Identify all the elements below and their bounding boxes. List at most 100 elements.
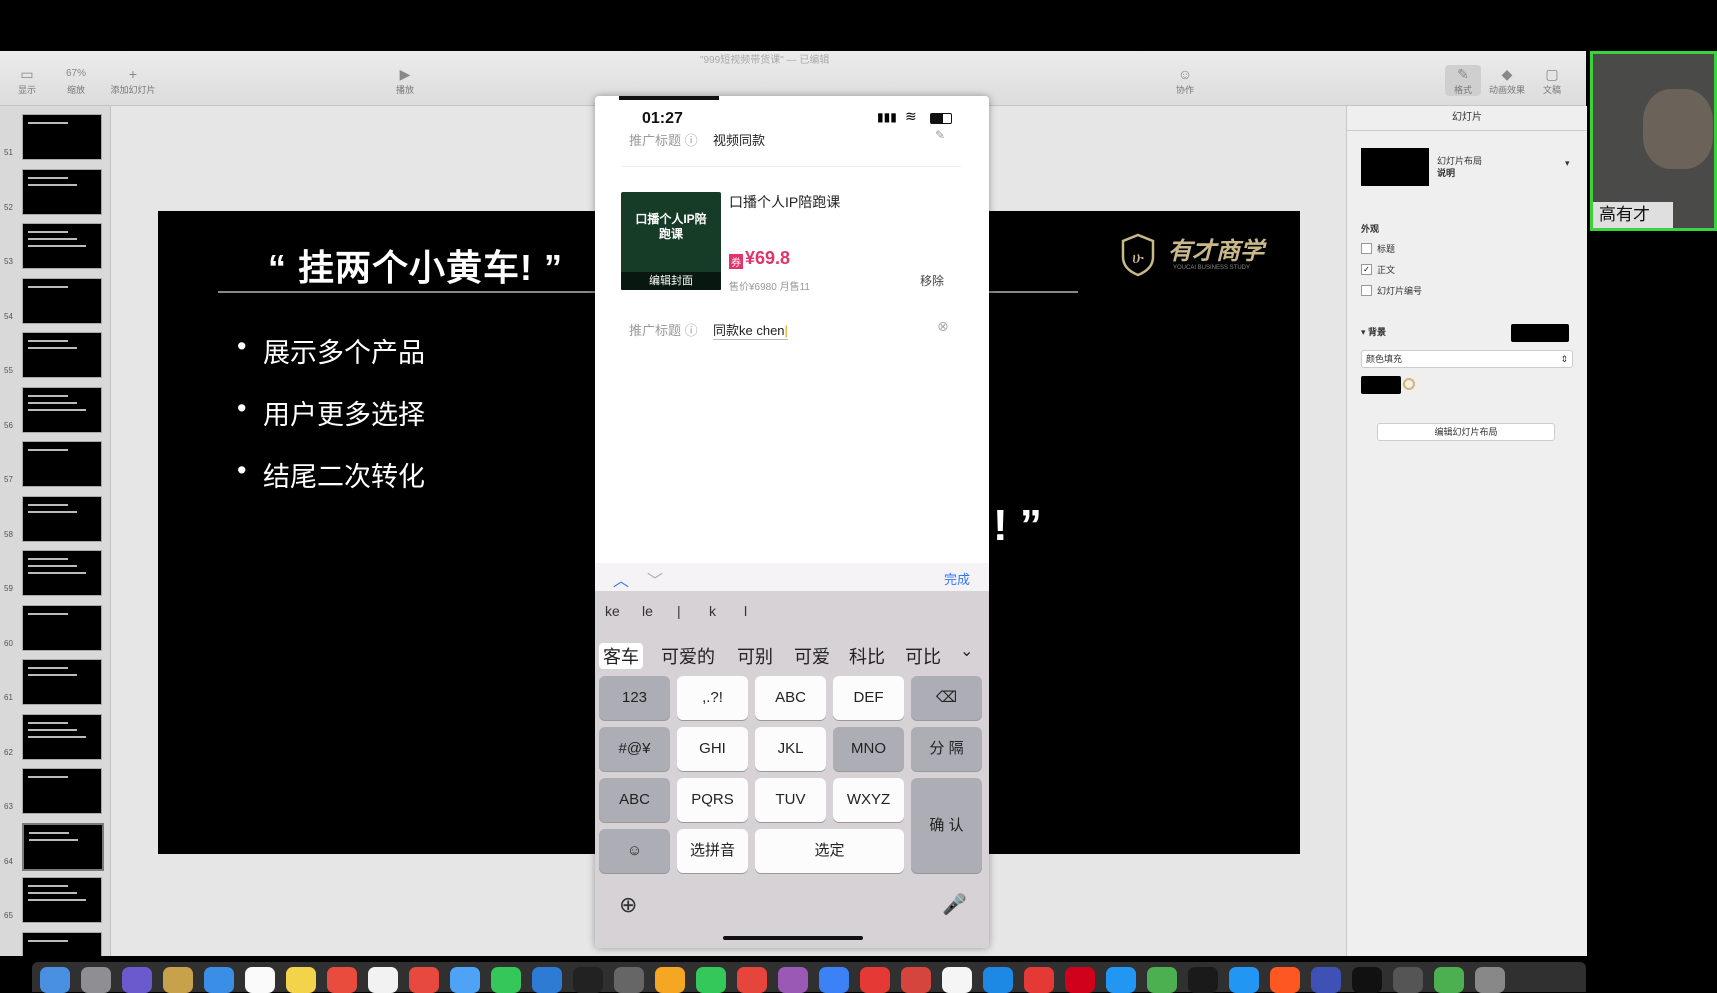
key-tuv[interactable]: TUV [755,778,826,822]
slide-thumbnail[interactable] [22,768,102,814]
dock-app-icon[interactable] [1147,967,1177,993]
color-wheel-icon[interactable] [1403,378,1415,390]
collaborate-button[interactable]: ☺ 协作 [1170,65,1200,96]
candidate-word[interactable]: 可比 [905,643,941,669]
dock-app-icon[interactable] [1065,967,1095,993]
key-jkl[interactable]: JKL [755,727,826,771]
dock-app-icon[interactable] [983,967,1013,993]
dock-app-icon[interactable] [696,967,726,993]
key-wxyz[interactable]: WXYZ [833,778,904,822]
pinyin-option[interactable]: ke [605,603,620,619]
fill-color-swatch[interactable] [1361,376,1401,394]
product-image[interactable]: 口播个人IP陪跑课 编辑封面 [621,192,721,290]
slide-thumbnail[interactable] [22,114,102,160]
video-call-thumbnail[interactable]: 高有才 [1590,51,1717,231]
title-checkbox[interactable] [1361,243,1372,254]
pinyin-option[interactable]: k [709,603,716,619]
dock-app-icon[interactable] [163,967,193,993]
dock-app-icon[interactable] [1106,967,1136,993]
choose-pinyin-key[interactable]: 选拼音 [677,829,748,873]
confirm-key[interactable]: 确 认 [911,778,982,873]
pinyin-option[interactable]: | [677,603,681,619]
chevron-down-icon[interactable]: ﹀ [647,567,663,591]
done-button[interactable]: 完成 [944,569,970,588]
dock-app-icon[interactable] [778,967,808,993]
edit-icon[interactable]: ✎ [935,128,945,142]
slide-thumbnail[interactable] [22,659,102,705]
dock-app-icon[interactable] [1352,967,1382,993]
dock-app-icon[interactable] [1434,967,1464,993]
microphone-icon[interactable]: 🎤 [942,892,967,917]
backspace-icon[interactable]: ⌫ [911,676,982,720]
dock-app-icon[interactable] [819,967,849,993]
background-heading[interactable]: ▾ 背景 [1361,325,1386,338]
dock-app-icon[interactable] [1475,967,1505,993]
dock-app-icon[interactable] [327,967,357,993]
slide-thumbnail[interactable] [22,822,104,871]
dock-app-icon[interactable] [573,967,603,993]
expand-candidates-icon[interactable]: ⌄ [960,641,973,661]
body-checkbox[interactable]: ✓ [1361,264,1372,275]
layout-thumbnail[interactable] [1361,148,1429,186]
dock-app-icon[interactable] [901,967,931,993]
view-button[interactable]: ▭ 显示 [12,65,42,96]
dock-app-icon[interactable] [450,967,480,993]
slide-thumbnail[interactable] [22,604,102,651]
slide-thumbnail[interactable] [22,931,102,956]
dock-app-icon[interactable] [1229,967,1259,993]
zoom-button[interactable]: 67% 缩放 [58,65,94,96]
select-key[interactable]: 选定 [755,829,904,873]
slide-thumbnail[interactable] [22,168,102,215]
remove-button[interactable]: 移除 [920,272,944,289]
pinyin-option[interactable]: le [642,603,653,619]
dock-app-icon[interactable] [368,967,398,993]
dock-app-icon[interactable] [1188,967,1218,993]
animate-button[interactable]: ◆ 动画效果 [1487,65,1527,96]
key-ghi[interactable]: GHI [677,727,748,771]
dock-app-icon[interactable] [1311,967,1341,993]
key-mno[interactable]: MNO [833,727,904,771]
dock-app-icon[interactable] [286,967,316,993]
chevron-up-icon[interactable]: ︿ [613,567,629,591]
clear-icon[interactable]: ⊗ [937,318,949,335]
fill-type-select[interactable]: 颜色填充 ⇕ [1361,350,1573,368]
dock-app-icon[interactable] [860,967,890,993]
dock-app-icon[interactable] [491,967,521,993]
key-symbols[interactable]: #@¥ [599,727,670,771]
candidate-word[interactable]: 可别 [737,643,773,669]
dock-app-icon[interactable] [614,967,644,993]
key-abc-mode[interactable]: ABC [599,778,670,822]
pinyin-option[interactable]: l [744,603,747,619]
slide-thumbnail[interactable] [22,713,102,760]
dock-app-icon[interactable] [40,967,70,993]
slide-thumbnail[interactable] [22,441,102,487]
dock-app-icon[interactable] [122,967,152,993]
dock-app-icon[interactable] [409,967,439,993]
promo-title-input[interactable]: 视频同款 [713,130,765,149]
globe-icon[interactable]: ⊕ [619,892,637,918]
candidate-word[interactable]: 可爱的 [661,643,715,669]
dock-app-icon[interactable] [532,967,562,993]
candidate-word[interactable]: 科比 [849,643,885,669]
key-abc[interactable]: ABC [755,676,826,720]
edit-layout-button[interactable]: 编辑幻灯片布局 [1377,423,1555,441]
slide-thumbnail[interactable] [22,223,102,269]
add-slide-button[interactable]: + 添加幻灯片 [108,65,158,96]
dock-app-icon[interactable] [245,967,275,993]
dock-app-icon[interactable] [204,967,234,993]
slide-thumbnail[interactable] [22,386,102,433]
edit-cover-label[interactable]: 编辑封面 [621,272,721,290]
background-color-well[interactable] [1511,324,1569,342]
dock-app-icon[interactable] [737,967,767,993]
key-123[interactable]: 123 [599,676,670,720]
dock-app-icon[interactable] [1270,967,1300,993]
format-button[interactable]: ✎ 格式 [1445,65,1481,96]
slide-thumbnail[interactable] [22,495,102,542]
emoji-icon[interactable]: ☺ [599,829,670,873]
key-separator[interactable]: 分 隔 [911,727,982,771]
slide-thumbnail[interactable] [22,332,102,378]
dock-app-icon[interactable] [81,967,111,993]
dock-app-icon[interactable] [1393,967,1423,993]
promo-title-input-2[interactable]: 同款ke chen| [713,320,788,340]
key-def[interactable]: DEF [833,676,904,720]
